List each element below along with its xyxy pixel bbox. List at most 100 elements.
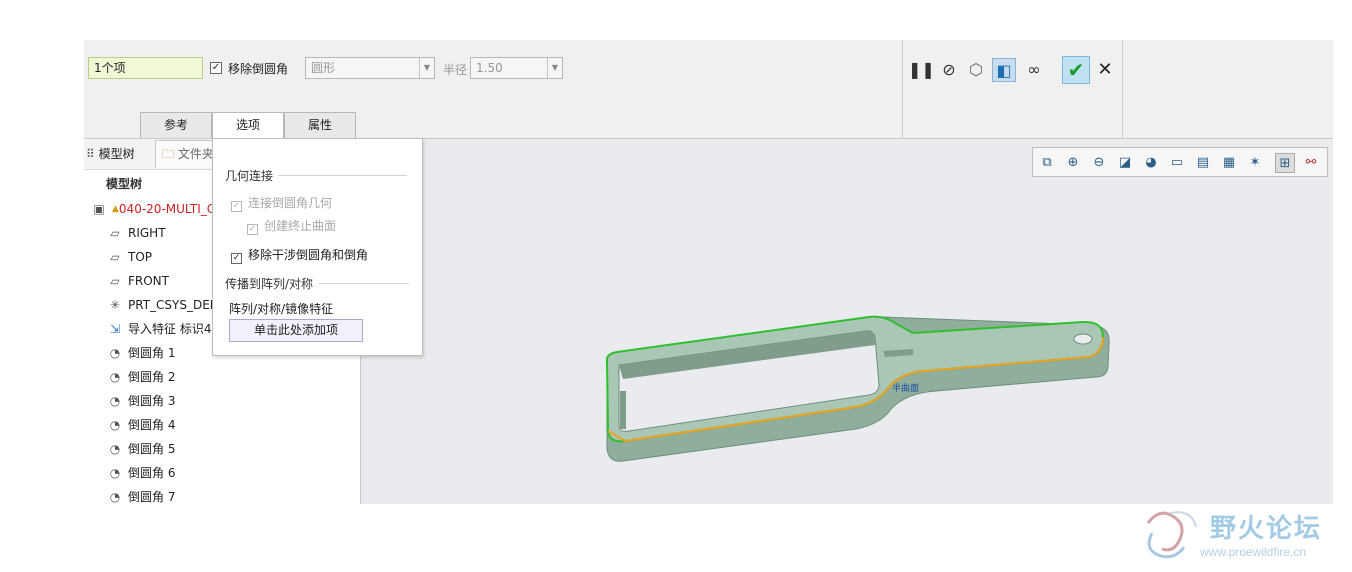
items-collector-field[interactable]: 1个项 xyxy=(88,57,203,79)
tree-item-label: 倒圆角 3 xyxy=(128,394,176,408)
tree-item-label: TOP xyxy=(128,250,153,264)
tree-item-label: RIGHT xyxy=(128,226,166,240)
create-end-surface-option[interactable]: ✓ 创建终止曲面 xyxy=(247,217,336,235)
tab-references[interactable]: 参考 xyxy=(140,112,212,138)
radius-label: 半径 xyxy=(443,63,468,77)
round-icon: ◔ xyxy=(109,394,121,408)
round-icon: ◔ xyxy=(109,442,121,456)
remove-rounds-checkbox[interactable]: ✓ xyxy=(210,62,222,74)
folder-icon: 🗀 xyxy=(162,147,178,161)
pattern-features-label: 阵列/对称/镜像特征 xyxy=(229,302,334,316)
options-panel: 几何连接 ✓ 连接倒圆角几何 ✓ 创建终止曲面 ✓ 移除干涉倒圆角和倒角 传播到阵列/… xyxy=(212,138,423,356)
radius-input[interactable]: 1.50 ▼ xyxy=(470,57,563,79)
part-icon: ▣ xyxy=(93,202,105,216)
tree-item-round[interactable]: ◔ 倒圆角 3 xyxy=(106,390,176,412)
tree-item-label: FRONT xyxy=(128,274,169,288)
propagate-section-title: 传播到阵列/对称 xyxy=(225,277,314,291)
tree-item-label: 倒圆角 4 xyxy=(128,418,176,432)
tree-item-csys[interactable]: ✳ PRT_CSYS_DEF xyxy=(106,294,217,316)
round-icon: ◔ xyxy=(109,370,121,384)
tree-item-label: 倒圆角 1 xyxy=(128,346,176,360)
tree-item-round[interactable]: ◔ 倒圆角 4 xyxy=(106,414,176,436)
geometry-section-title: 几何连接 xyxy=(225,169,274,183)
round-icon: ◔ xyxy=(109,418,121,432)
perspective-icon[interactable]: ▦ xyxy=(1219,153,1239,173)
view-toolbar: ⧉ ⊕ ⊖ ◪ ◕ ▭ ▤ ▦ ✶ ⊞ ⚯ xyxy=(1032,147,1328,177)
divider xyxy=(319,283,409,284)
tab-folder-label: 文件夹 xyxy=(177,147,214,161)
ok-icon: ✔ xyxy=(1067,58,1085,82)
surface-label: 半曲面 xyxy=(892,382,919,394)
glasses-icon[interactable]: ∞ xyxy=(1022,58,1046,82)
tree-item-label: 导入特征 标识4 xyxy=(128,322,212,336)
tree-item-import[interactable]: ⇲ 导入特征 标识4 xyxy=(106,318,211,340)
model-tree-icon: ⠿ xyxy=(86,147,99,161)
tab-model-tree-label: 模型树 xyxy=(98,147,135,161)
datum-plane-icon: ▱ xyxy=(110,250,120,264)
option-label: 创建终止曲面 xyxy=(264,219,337,233)
connect-round-geometry-option[interactable]: ✓ 连接倒圆角几何 xyxy=(231,194,332,212)
forum-logo-icon xyxy=(1146,511,1197,559)
round-icon: ◔ xyxy=(109,490,121,504)
part-model-view[interactable]: 半曲面 xyxy=(361,139,1333,504)
tree-item-round[interactable]: ◔ 倒圆角 1 xyxy=(106,342,176,364)
checkbox-checked-icon: ✓ xyxy=(231,201,242,212)
tab-folder-browser[interactable]: 🗀 文件夹 xyxy=(155,140,215,168)
tree-header: 模型树 xyxy=(106,177,143,191)
chevron-down-icon: ▼ xyxy=(419,58,434,78)
option-label: 移除干涉倒圆角和倒角 xyxy=(248,248,369,262)
display-style-icon[interactable]: ◕ xyxy=(1141,153,1161,173)
radius-value: 1.50 xyxy=(476,61,503,75)
datum-display-icon[interactable]: ✶ xyxy=(1245,153,1265,173)
repaint-icon[interactable]: ◪ xyxy=(1115,153,1135,173)
tree-item-label: 倒圆角 7 xyxy=(128,490,176,504)
tree-item-round[interactable]: ◔ 倒圆角 7 xyxy=(106,486,176,508)
watermark-url: www.proewildfire.cn xyxy=(1200,545,1307,559)
pause-icon[interactable]: ❚❚ xyxy=(908,58,935,82)
close-icon: ✕ xyxy=(1097,59,1113,80)
tree-item-right[interactable]: ▱ RIGHT xyxy=(106,222,166,244)
round-icon: ◔ xyxy=(109,466,121,480)
add-item-button[interactable]: 单击此处添加项 xyxy=(229,319,363,342)
ribbon-separator xyxy=(902,40,903,138)
shape-value: 圆形 xyxy=(311,61,336,75)
remove-interfering-option[interactable]: ✓ 移除干涉倒圆角和倒角 xyxy=(231,246,368,264)
tab-properties[interactable]: 属性 xyxy=(284,112,356,138)
tree-item-label: PRT_CSYS_DEF xyxy=(128,298,217,312)
remove-rounds-label: 移除倒圆角 xyxy=(228,62,289,76)
ribbon-separator xyxy=(1122,40,1123,138)
tree-item-label: 倒圆角 6 xyxy=(128,466,176,480)
saved-views-icon[interactable]: ▭ xyxy=(1167,153,1187,173)
verify-icon[interactable]: ◧ xyxy=(992,58,1016,82)
import-feature-icon: ⇲ xyxy=(109,322,121,336)
tab-model-tree[interactable]: ⠿ 模型树 xyxy=(86,142,135,166)
tree-item-round[interactable]: ◔ 倒圆角 2 xyxy=(106,366,176,388)
chevron-down-icon: ▼ xyxy=(547,58,562,78)
datum-plane-icon: ▱ xyxy=(110,274,120,288)
tree-item-top[interactable]: ▱ TOP xyxy=(106,246,152,268)
option-label: 连接倒圆角几何 xyxy=(248,196,333,210)
checkbox-checked-icon: ✓ xyxy=(231,253,242,264)
zoom-in-icon[interactable]: ⊕ xyxy=(1063,153,1083,173)
datum-plane-icon: ▱ xyxy=(110,226,120,240)
annotation-icon[interactable]: ⚯ xyxy=(1301,153,1321,173)
preview-icon[interactable]: ⬡ xyxy=(964,58,988,82)
checkbox-checked-icon: ✓ xyxy=(247,224,258,235)
tab-options[interactable]: 选项 xyxy=(212,112,284,139)
watermark-title: 野火论坛 xyxy=(1210,514,1323,544)
cancel-button[interactable]: ✕ xyxy=(1094,58,1116,82)
tree-item-front[interactable]: ▱ FRONT xyxy=(106,270,169,292)
ok-button[interactable]: ✔ xyxy=(1062,56,1090,84)
shape-dropdown[interactable]: 圆形 ▼ xyxy=(305,57,435,79)
zoom-out-icon[interactable]: ⊖ xyxy=(1089,153,1109,173)
view-manager-icon[interactable]: ▤ xyxy=(1193,153,1213,173)
tree-item-round[interactable]: ◔ 倒圆角 6 xyxy=(106,462,176,484)
tree-item-round[interactable]: ◔ 倒圆角 5 xyxy=(106,438,176,460)
tree-item-root[interactable]: ▣ ▲040-20-MULTI_C xyxy=(90,198,215,220)
refit-icon[interactable]: ⧉ xyxy=(1037,153,1057,173)
csys-icon: ✳ xyxy=(109,298,121,312)
tree-item-label: 040-20-MULTI_C xyxy=(118,202,216,216)
spin-center-icon[interactable]: ⊞ xyxy=(1275,153,1295,173)
stop-icon[interactable]: ⊘ xyxy=(937,58,961,82)
tree-item-label: 倒圆角 5 xyxy=(128,442,176,456)
